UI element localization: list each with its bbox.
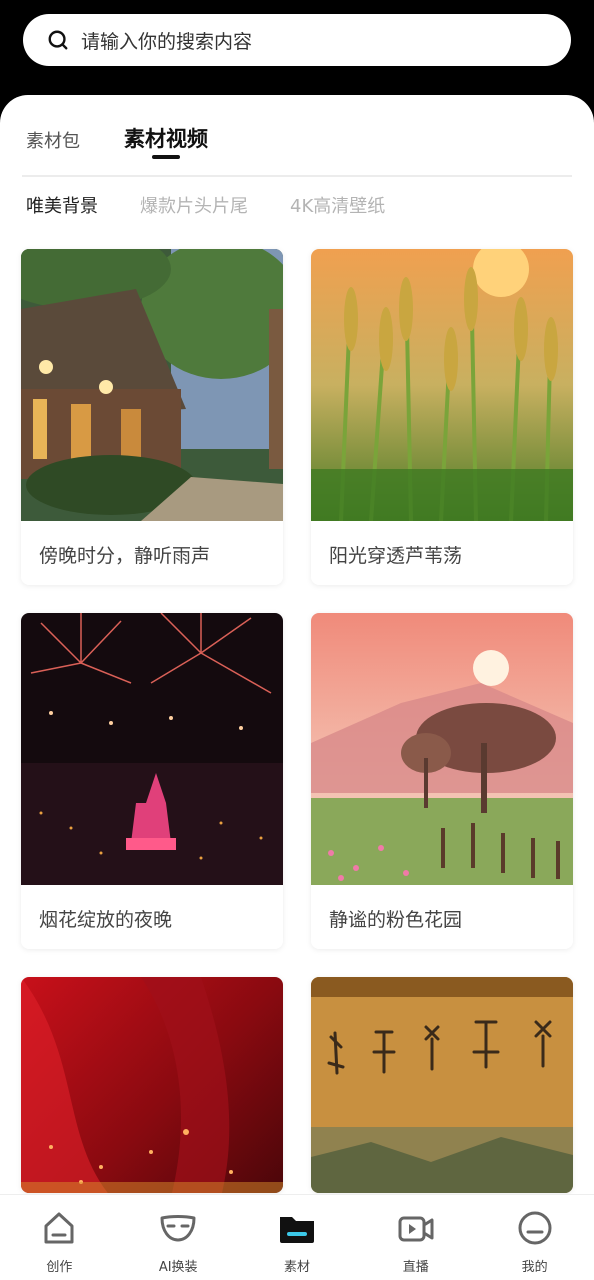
nav-item-live[interactable]: 直播	[356, 1195, 475, 1280]
thumbnail-fireworks	[21, 613, 283, 885]
profile-icon	[518, 1211, 552, 1245]
subtab-intro-outro[interactable]: 爆款片头片尾	[140, 192, 248, 218]
thumbnail-wheat-sunset	[311, 249, 573, 521]
card-title: 阳光穿透芦苇荡	[329, 545, 463, 567]
nav-item-create[interactable]: 创作	[0, 1195, 119, 1280]
video-card[interactable]: 傍晚时分，静听雨声	[21, 249, 283, 585]
bottom-nav: 创作 AI换装 素材 直播 我的	[0, 1194, 594, 1280]
nav-label-create: 创作	[46, 1260, 73, 1275]
mask-icon	[160, 1215, 196, 1242]
folder-icon	[279, 1217, 314, 1243]
nav-label-material: 素材	[283, 1260, 310, 1275]
nav-item-material[interactable]: 素材	[238, 1195, 357, 1280]
nav-label-live: 直播	[402, 1260, 429, 1275]
search-input[interactable]: 请输入你的搜索内容	[81, 27, 252, 54]
nav-label-mine: 我的	[521, 1260, 548, 1275]
video-icon	[398, 1216, 434, 1242]
search-icon	[48, 30, 68, 50]
nav-item-ai-dressup[interactable]: AI换装	[119, 1195, 238, 1280]
card-title: 静谧的粉色花园	[329, 909, 463, 931]
video-card[interactable]: 阳光穿透芦苇荡	[311, 249, 573, 585]
nav-label-ai-dressup: AI换装	[158, 1260, 198, 1275]
content-sheet: 素材包 素材视频 唯美背景 爆款片头片尾 4K高清壁纸 傍晚时分，静听雨声 阳光…	[0, 95, 594, 1280]
main-tabs: 素材包 素材视频	[26, 123, 252, 159]
divider	[22, 175, 572, 177]
home-icon	[44, 1212, 74, 1244]
card-title: 烟花绽放的夜晚	[39, 909, 173, 931]
top-bar: 请输入你的搜索内容	[0, 0, 594, 110]
card-title: 傍晚时分，静听雨声	[39, 545, 211, 567]
video-card[interactable]: 烟花绽放的夜晚	[21, 613, 283, 949]
search-bar[interactable]: 请输入你的搜索内容	[23, 14, 571, 66]
subtab-4k-wallpaper[interactable]: 4K高清壁纸	[290, 192, 385, 218]
video-card[interactable]: 静谧的粉色花园	[311, 613, 573, 949]
thumbnail-pink-garden	[311, 613, 573, 885]
subtab-beautiful-background[interactable]: 唯美背景	[26, 192, 98, 218]
category-tabs: 唯美背景 爆款片头片尾 4K高清壁纸	[26, 192, 427, 218]
thumbnail-red-curtain	[21, 977, 283, 1193]
video-card[interactable]	[21, 977, 283, 1193]
tab-material-video[interactable]: 素材视频	[124, 123, 208, 159]
nav-item-mine[interactable]: 我的	[475, 1195, 594, 1280]
thumbnail-calligraphy	[311, 977, 573, 1193]
thumbnail-evening-house	[21, 249, 283, 521]
video-card[interactable]	[311, 977, 573, 1193]
tab-material-pack[interactable]: 素材包	[26, 127, 80, 153]
